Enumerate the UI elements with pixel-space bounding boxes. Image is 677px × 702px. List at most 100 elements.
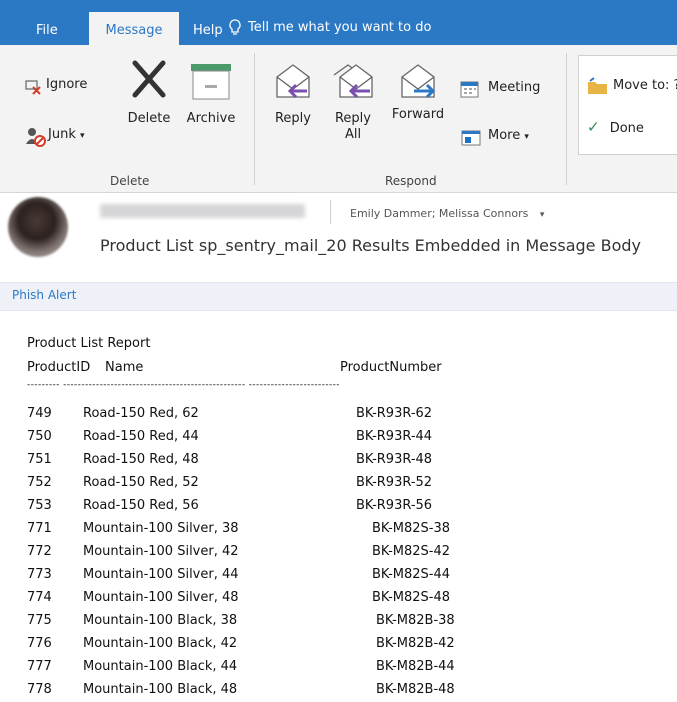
column-header-name: Name bbox=[105, 360, 144, 375]
header-separator bbox=[330, 200, 331, 224]
product-id: 750 bbox=[27, 429, 52, 444]
more-respond-icon bbox=[461, 130, 481, 146]
product-name: Mountain-100 Silver, 42 bbox=[83, 544, 239, 559]
group-label-respond: Respond bbox=[385, 174, 437, 188]
phish-alert-link[interactable]: Phish Alert bbox=[12, 288, 76, 302]
tell-me-search[interactable]: Tell me what you want to do bbox=[228, 19, 432, 35]
reply-all-label-line1: Reply bbox=[334, 111, 371, 126]
ribbon: Ignore Junk ▾ Delete Archive Reply Reply… bbox=[0, 45, 677, 193]
product-name: Mountain-100 Silver, 44 bbox=[83, 567, 239, 582]
sender-address-blurred[interactable] bbox=[100, 204, 305, 218]
product-name: Mountain-100 Silver, 48 bbox=[83, 590, 239, 605]
meeting-button[interactable]: Meeting bbox=[460, 80, 541, 98]
reply-all-button[interactable]: Reply All bbox=[328, 61, 378, 143]
product-number: BK-R93R-52 bbox=[356, 475, 433, 490]
product-id: 776 bbox=[27, 636, 52, 651]
move-to-label: Move to: ? bbox=[613, 78, 677, 93]
more-label: More bbox=[488, 128, 521, 143]
product-id: 753 bbox=[27, 498, 52, 513]
archive-icon bbox=[191, 64, 231, 100]
reply-all-label-line2: All bbox=[344, 127, 362, 142]
reply-icon bbox=[276, 64, 310, 99]
ribbon-separator bbox=[254, 53, 255, 185]
folder-icon bbox=[588, 77, 607, 94]
product-id: 778 bbox=[27, 682, 52, 697]
product-number: BK-R93R-56 bbox=[356, 498, 433, 513]
phish-alert-bar: Phish Alert bbox=[0, 282, 677, 311]
more-dropdown-icon: ▾ bbox=[524, 132, 529, 142]
message-subject: Product List sp_sentry_mail_20 Results E… bbox=[100, 236, 641, 255]
product-number: BK-M82B-44 bbox=[376, 659, 455, 674]
product-name: Road-150 Red, 52 bbox=[83, 475, 199, 490]
product-id: 749 bbox=[27, 406, 52, 421]
product-number: BK-M82S-38 bbox=[372, 521, 451, 536]
product-number: BK-R93R-48 bbox=[356, 452, 433, 467]
product-id: 777 bbox=[27, 659, 52, 674]
forward-label: Forward bbox=[391, 107, 445, 122]
product-number: BK-M82S-44 bbox=[372, 567, 451, 582]
forward-icon bbox=[401, 64, 436, 99]
move-to-quick-step[interactable]: Move to: ? bbox=[587, 77, 677, 94]
ignore-icon bbox=[25, 80, 41, 95]
product-name: Mountain-100 Silver, 38 bbox=[83, 521, 239, 536]
product-number: BK-M82S-48 bbox=[372, 590, 451, 605]
product-name: Road-150 Red, 48 bbox=[83, 452, 199, 467]
tab-file[interactable]: File bbox=[36, 0, 58, 45]
ribbon-tab-bar: File Message Help Tell me what you want … bbox=[0, 0, 677, 45]
reply-all-icon bbox=[333, 64, 373, 99]
checkmark-icon: ✓ bbox=[587, 118, 600, 136]
column-header-number: ProductNumber bbox=[340, 360, 442, 375]
delete-label: Delete bbox=[127, 111, 171, 126]
product-name: Mountain-100 Black, 38 bbox=[83, 613, 238, 628]
product-id: 775 bbox=[27, 613, 52, 628]
tab-help[interactable]: Help bbox=[193, 0, 223, 45]
group-label-delete: Delete bbox=[110, 174, 150, 188]
lightbulb-icon bbox=[229, 19, 241, 35]
delete-x-icon bbox=[132, 60, 166, 98]
ribbon-separator bbox=[566, 53, 567, 185]
quick-steps-gallery[interactable]: Move to: ? ✓ Done bbox=[578, 55, 677, 155]
done-quick-step[interactable]: ✓ Done bbox=[587, 118, 644, 136]
recipients-list[interactable]: Emily Dammer; Melissa Connors ▾ bbox=[350, 207, 544, 220]
product-number: BK-R93R-44 bbox=[356, 429, 433, 444]
junk-icon bbox=[26, 128, 46, 147]
report-title: Product List Report bbox=[27, 336, 151, 351]
product-id: 774 bbox=[27, 590, 52, 605]
junk-label: Junk bbox=[48, 127, 76, 142]
column-header-id: ProductID bbox=[27, 360, 91, 375]
column-separator: --------- ------------------------------… bbox=[27, 380, 340, 390]
junk-dropdown-icon: ▾ bbox=[79, 131, 85, 141]
product-name: Road-150 Red, 44 bbox=[83, 429, 199, 444]
recipients-dropdown-icon[interactable]: ▾ bbox=[540, 210, 545, 220]
product-number: BK-M82B-42 bbox=[376, 636, 455, 651]
junk-button[interactable]: Junk ▾ bbox=[26, 127, 85, 147]
delete-button[interactable]: Delete bbox=[122, 57, 176, 126]
product-id: 773 bbox=[27, 567, 52, 582]
product-number: BK-M82B-48 bbox=[376, 682, 455, 697]
forward-button[interactable]: Forward bbox=[390, 61, 446, 122]
sender-avatar[interactable] bbox=[8, 197, 68, 257]
product-name: Road-150 Red, 62 bbox=[83, 406, 199, 421]
product-name: Road-150 Red, 56 bbox=[83, 498, 199, 513]
more-respond-button[interactable]: More ▾ bbox=[460, 128, 529, 146]
reply-all-label: Reply All bbox=[328, 111, 378, 143]
product-number: BK-M82S-42 bbox=[372, 544, 451, 559]
calendar-icon bbox=[460, 81, 479, 98]
recipients-text: Emily Dammer; Melissa Connors bbox=[350, 207, 529, 220]
reply-button[interactable]: Reply bbox=[268, 61, 318, 126]
tell-me-label: Tell me what you want to do bbox=[248, 20, 432, 35]
ignore-button[interactable]: Ignore bbox=[25, 77, 88, 95]
product-id: 752 bbox=[27, 475, 52, 490]
product-name: Mountain-100 Black, 42 bbox=[83, 636, 238, 651]
reply-label: Reply bbox=[274, 111, 311, 126]
archive-label: Archive bbox=[186, 111, 236, 126]
archive-button[interactable]: Archive bbox=[185, 61, 237, 126]
product-number: BK-R93R-62 bbox=[356, 406, 433, 421]
product-id: 751 bbox=[27, 452, 52, 467]
product-name: Mountain-100 Black, 48 bbox=[83, 682, 238, 697]
tab-message[interactable]: Message bbox=[89, 12, 179, 45]
meeting-label: Meeting bbox=[488, 80, 541, 95]
ignore-label: Ignore bbox=[46, 77, 88, 92]
product-name: Mountain-100 Black, 44 bbox=[83, 659, 238, 674]
product-id: 772 bbox=[27, 544, 52, 559]
